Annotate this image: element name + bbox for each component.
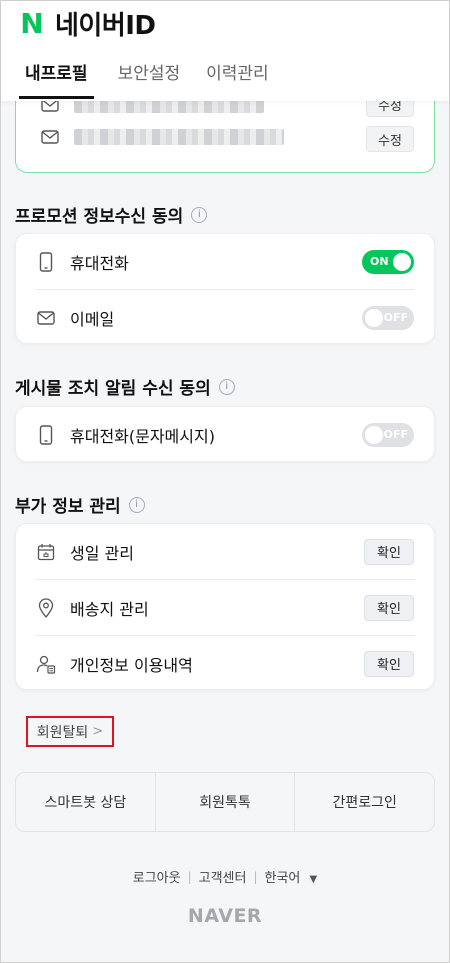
masked-email	[74, 129, 284, 145]
logout-link[interactable]: 로그아웃	[133, 867, 181, 886]
promo-phone-label: 휴대전화	[70, 253, 129, 273]
tab-security-settings[interactable]: 보안설정	[118, 49, 181, 93]
promo-section-title: 프로모션 정보수신 동의 i	[15, 202, 208, 227]
info-icon[interactable]: i	[191, 206, 208, 223]
birthday-row[interactable]: 생일 관리 확인	[36, 524, 414, 579]
promo-card: 휴대전화 ON 이메일 OFF	[15, 233, 435, 344]
language-select[interactable]: 한국어 ▼	[265, 867, 318, 886]
extra-info-title-text: 부가 정보 관리	[15, 497, 121, 517]
footer-links: 로그아웃 | 고객센터 | 한국어 ▼	[1, 867, 449, 887]
app-title: 네이버ID	[55, 11, 156, 41]
privacy-usage-row[interactable]: 개인정보 이용내역 확인	[36, 636, 414, 691]
withdraw-link[interactable]: 회원탈퇴 >	[26, 716, 114, 747]
phone-icon	[36, 251, 56, 272]
toggle-state-label: OFF	[383, 310, 408, 324]
naver-footer-logo: NAVER	[187, 905, 263, 927]
shipping-confirm-button[interactable]: 확인	[364, 594, 414, 621]
shipping-row[interactable]: 배송지 관리 확인	[36, 580, 414, 635]
user-doc-icon	[36, 654, 56, 674]
extra-info-section-title: 부가 정보 관리 i	[15, 492, 145, 517]
toggle-knob	[365, 308, 383, 327]
birthday-confirm-button[interactable]: 확인	[364, 538, 414, 565]
promo-email-toggle[interactable]: OFF	[362, 305, 414, 330]
easy-login-button[interactable]: 간편로그인	[295, 773, 434, 831]
post-notice-section-title: 게시물 조치 알림 수신 동의 i	[15, 374, 235, 399]
post-notice-title-text: 게시물 조치 알림 수신 동의	[15, 379, 211, 399]
brand[interactable]: N 네이버ID	[19, 5, 156, 42]
toggle-knob	[365, 425, 383, 444]
toggle-state-label: ON	[370, 254, 389, 268]
caret-down-icon: ▼	[309, 874, 318, 885]
promo-phone-row: 휴대전화 ON	[36, 234, 414, 289]
info-icon[interactable]: i	[128, 496, 145, 513]
info-icon[interactable]: i	[218, 378, 235, 395]
customer-center-link[interactable]: 고객센터	[199, 867, 247, 886]
promo-phone-toggle[interactable]: ON	[362, 249, 414, 274]
separator: |	[253, 869, 258, 884]
separator: |	[187, 869, 192, 884]
mail-icon	[40, 127, 60, 147]
naver-n-logo-icon: N	[20, 6, 44, 40]
mail-icon	[36, 308, 56, 328]
tab-my-profile[interactable]: 내프로필	[19, 49, 94, 99]
post-notice-toggle[interactable]: OFF	[362, 422, 414, 447]
phone-icon	[36, 424, 56, 445]
extra-info-card: 생일 관리 확인 배송지 관리 확인 개인정보 이용내역 확인	[15, 523, 435, 690]
promo-email-row: 이메일 OFF	[36, 290, 414, 345]
shipping-label: 배송지 관리	[70, 599, 149, 619]
withdraw-label: 회원탈퇴	[36, 724, 89, 741]
privacy-usage-label: 개인정보 이용내역	[70, 655, 193, 675]
edit-email-button[interactable]: 수정	[366, 126, 414, 152]
calendar-icon	[36, 542, 56, 562]
post-notice-phone-label: 휴대전화(문자메시지)	[70, 426, 215, 446]
tab-history[interactable]: 이력관리	[206, 49, 269, 93]
tab-bar: 내프로필 보안설정 이력관리	[1, 57, 449, 101]
member-talk-button[interactable]: 회원톡톡	[156, 773, 296, 831]
toggle-knob	[393, 252, 411, 271]
chevron-right-icon: >	[92, 724, 104, 739]
promo-email-label: 이메일	[70, 309, 115, 329]
smartbot-consult-button[interactable]: 스마트봇 상담	[16, 773, 156, 831]
post-notice-card: 휴대전화(문자메시지) OFF	[15, 406, 435, 462]
toggle-state-label: OFF	[383, 427, 408, 441]
post-notice-phone-row: 휴대전화(문자메시지) OFF	[36, 407, 414, 462]
birthday-label: 생일 관리	[70, 543, 134, 563]
location-pin-icon	[36, 597, 56, 618]
header: N 네이버ID 내프로필 보안설정 이력관리	[1, 1, 449, 101]
email-row	[40, 127, 284, 147]
bottom-service-bar: 스마트봇 상담 회원톡톡 간편로그인	[15, 772, 435, 832]
language-label: 한국어	[264, 871, 301, 886]
promo-title-text: 프로모션 정보수신 동의	[15, 207, 184, 227]
privacy-usage-confirm-button[interactable]: 확인	[364, 650, 414, 677]
